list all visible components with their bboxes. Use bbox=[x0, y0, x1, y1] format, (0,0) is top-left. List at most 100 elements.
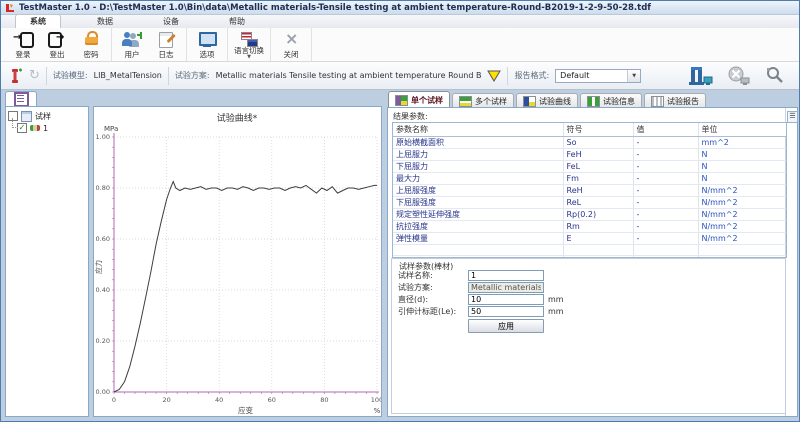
ribbon-button-label: 选项 bbox=[200, 51, 215, 59]
svg-text:0.40: 0.40 bbox=[96, 286, 110, 294]
results-column-header: 符号 bbox=[563, 123, 633, 137]
login-icon bbox=[13, 31, 33, 48]
multi-specimen-icon bbox=[459, 96, 472, 107]
user-button[interactable]: 用户 bbox=[116, 29, 148, 60]
toolbar-separator bbox=[507, 67, 508, 85]
specimen-name-field[interactable] bbox=[468, 270, 544, 281]
table-row[interactable] bbox=[393, 245, 786, 256]
report-format-select[interactable]: Default ▼ bbox=[555, 69, 641, 83]
extensometer-gauge-field[interactable] bbox=[468, 306, 544, 317]
symbol-cell: ReL bbox=[563, 197, 633, 209]
tab-test-report[interactable]: 试验报告 bbox=[644, 93, 706, 108]
test-scheme-label: 试验方案: bbox=[175, 70, 210, 81]
tab-label: 试验曲线 bbox=[539, 96, 571, 107]
tab-multi-specimen[interactable]: 多个试样 bbox=[452, 93, 514, 108]
menu-tab-system[interactable]: 系统 bbox=[15, 14, 61, 28]
unit-cell: N/mm^2 bbox=[698, 209, 786, 221]
refresh-icon[interactable]: ↻ bbox=[29, 68, 40, 83]
close-button[interactable]: 关闭 bbox=[275, 29, 307, 60]
svg-text:20: 20 bbox=[162, 396, 170, 404]
param-row-specimen-name: 试样名称: bbox=[398, 270, 544, 281]
table-row[interactable]: 抗拉强度Rm-N/mm^2 bbox=[393, 221, 786, 233]
svg-text:%: % bbox=[374, 407, 381, 415]
param-row-extensometer-gauge: 引伸计标距(Le):mm bbox=[398, 306, 564, 317]
specimen-tree-tab[interactable] bbox=[5, 91, 37, 107]
menu-tab-data[interactable]: 数据 bbox=[83, 15, 127, 28]
tab-test-info[interactable]: 试验信息 bbox=[580, 93, 642, 108]
symbol-cell bbox=[563, 245, 633, 256]
warning-triangle-icon[interactable] bbox=[487, 70, 501, 82]
table-row[interactable]: 弹性模量E-N/mm^2 bbox=[393, 233, 786, 245]
value-cell: - bbox=[633, 197, 698, 209]
symbol-cell: FeL bbox=[563, 161, 633, 173]
right-tab-bar: 单个试样多个试样 试验曲线 试验信息试验报告 bbox=[388, 91, 706, 108]
menu-icon[interactable]: ☰ bbox=[787, 111, 798, 123]
tree-child-label: 1 bbox=[43, 124, 48, 133]
search-settings-icon[interactable] bbox=[765, 66, 785, 86]
extensometer-gauge-label: 引伸计标距(Le): bbox=[398, 306, 468, 317]
child-checkbox[interactable]: ✓ bbox=[17, 123, 27, 133]
report-format-label: 报告格式: bbox=[514, 70, 549, 81]
login-button[interactable]: 登录 bbox=[7, 29, 39, 60]
test-info-icon bbox=[587, 96, 600, 107]
tab-single-specimen[interactable]: 单个试样 bbox=[388, 91, 450, 108]
menu-bar: 系统 数据 设备 帮助 bbox=[1, 15, 799, 28]
table-row[interactable]: 上屈服力FeH-N bbox=[393, 149, 786, 161]
logout-button[interactable]: 登出 bbox=[41, 29, 73, 60]
test-scheme-field bbox=[468, 282, 544, 293]
menu-tab-device[interactable]: 设备 bbox=[149, 15, 193, 28]
ribbon-button-label: 用户 bbox=[125, 51, 140, 59]
add-specimen-icon[interactable] bbox=[9, 67, 23, 85]
app-window: TestMaster 1.0 - D:\TestMaster 1.0\Bin\d… bbox=[0, 0, 800, 422]
value-cell: - bbox=[633, 161, 698, 173]
machine-status-icon[interactable] bbox=[689, 66, 713, 86]
svg-text:应力: 应力 bbox=[94, 260, 103, 274]
log-button[interactable]: 日志 bbox=[150, 29, 182, 60]
password-button[interactable]: 密码 bbox=[75, 29, 107, 60]
tree-root-label: 试样 bbox=[35, 111, 51, 122]
ribbon-group: 用户 日志 bbox=[112, 28, 187, 61]
tab-label: 试验信息 bbox=[603, 96, 635, 107]
specimen-params-box: 试样参数(棒材) 试样名称:试验方案:直径(d):mm引伸计标距(Le):mm … bbox=[391, 258, 786, 414]
list-icon bbox=[14, 92, 29, 107]
param-name-cell: 最大力 bbox=[393, 173, 563, 185]
svg-text:1.00: 1.00 bbox=[96, 133, 110, 141]
test-model-label: 试验模型: bbox=[53, 70, 88, 81]
diameter-field[interactable] bbox=[468, 294, 544, 305]
ribbon-group: 选项 bbox=[187, 28, 228, 61]
diameter-label: 直径(d): bbox=[398, 294, 468, 305]
specimen-icon bbox=[30, 125, 40, 131]
options-button[interactable]: 选项 bbox=[191, 29, 223, 60]
table-row[interactable]: 原始横截面积So-mm^2 bbox=[393, 137, 786, 149]
results-table: 参数名称符号值单位 原始横截面积So-mm^2上屈服力FeH-N下屈服力FeL-… bbox=[393, 123, 787, 258]
table-row[interactable]: 下屈服强度ReL-N/mm^2 bbox=[393, 197, 786, 209]
param-name-cell: 上屈服强度 bbox=[393, 185, 563, 197]
tree-item-specimen-1[interactable]: ✓ 1 bbox=[8, 122, 86, 134]
unit-cell: N/mm^2 bbox=[698, 197, 786, 209]
tree-item-specimen-root[interactable]: 试样 bbox=[8, 110, 86, 122]
unit-cell: N/mm^2 bbox=[698, 185, 786, 197]
title-bar: TestMaster 1.0 - D:\TestMaster 1.0\Bin\d… bbox=[1, 1, 799, 15]
test-curve-chart-panel: 试验曲线*MPa应力0.000.200.400.600.801.00020406… bbox=[93, 106, 382, 417]
table-row[interactable]: 下屈服力FeL-N bbox=[393, 161, 786, 173]
svg-text:应变: 应变 bbox=[238, 405, 253, 415]
table-row[interactable]: 规定塑性延伸强度Rp(0.2)-N/mm^2 bbox=[393, 209, 786, 221]
apply-button[interactable]: 应用 bbox=[468, 319, 544, 333]
table-row[interactable]: 最大力Fm-N bbox=[393, 173, 786, 185]
value-cell: - bbox=[633, 185, 698, 197]
ribbon-group: 语言切换▼ bbox=[228, 28, 271, 61]
language-switch-button[interactable]: 语言切换▼ bbox=[232, 29, 266, 60]
chevron-down-icon[interactable]: ▼ bbox=[627, 70, 640, 82]
specimen-name-label: 试样名称: bbox=[398, 270, 468, 281]
symbol-cell: E bbox=[563, 233, 633, 245]
table-row[interactable]: 上屈服强度ReH-N/mm^2 bbox=[393, 185, 786, 197]
ribbon-button-label: 密码 bbox=[84, 51, 99, 59]
menu-tab-help[interactable]: 帮助 bbox=[215, 15, 259, 28]
svg-text:试验曲线*: 试验曲线* bbox=[217, 112, 258, 124]
machine-disconnect-icon[interactable] bbox=[727, 66, 751, 86]
tab-test-curve[interactable]: 试验曲线 bbox=[516, 93, 578, 108]
svg-text:0.20: 0.20 bbox=[96, 337, 110, 345]
value-cell: - bbox=[633, 173, 698, 185]
svg-text:MPa: MPa bbox=[104, 125, 118, 133]
unit-cell bbox=[698, 245, 786, 256]
